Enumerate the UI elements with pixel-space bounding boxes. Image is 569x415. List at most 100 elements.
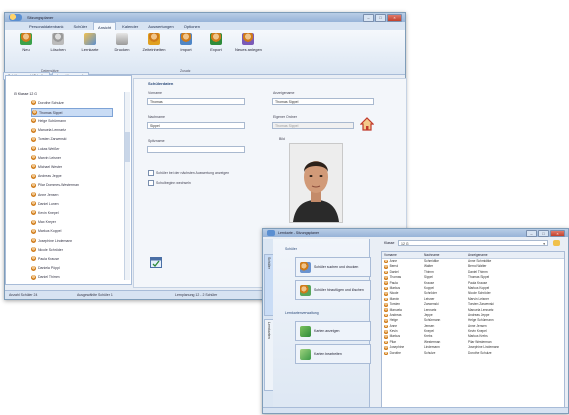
people-add-icon <box>300 284 311 296</box>
chevron-down-icon[interactable]: ▾ <box>543 241 545 247</box>
ribbon-group-label-zusatz: Zusatz <box>180 69 191 73</box>
tree-item[interactable]: Daniel Thimm <box>31 274 111 281</box>
menu-item[interactable]: Schüler <box>69 22 91 30</box>
tree-item[interactable]: Daniel Lunen <box>31 200 111 207</box>
main-titlebar[interactable]: Sitzungsplaner – □ × <box>5 13 405 22</box>
table-row[interactable]: Dorothe Schulze Dorothe Schulze <box>382 351 564 356</box>
filter-label: Klasse <box>384 241 395 245</box>
ribbon-button[interactable]: Neues anlegen <box>235 33 262 52</box>
checkbox-schulbeginn[interactable]: Schulbeginn wechseln <box>148 180 191 186</box>
col-anzeigename[interactable]: Anzeigename <box>466 252 558 258</box>
tree-item[interactable]: Josephine Lindemann <box>31 237 111 244</box>
vorname-field[interactable]: Thomas <box>147 98 245 105</box>
tree-item[interactable]: Manuela Lennartz <box>31 127 111 134</box>
person-icon <box>31 100 36 105</box>
tree-item[interactable]: Kevin Knepel <box>31 209 111 216</box>
menu-item[interactable]: Auswertungen <box>144 22 178 30</box>
tree-item[interactable]: Pilar Dommes-Westerman <box>31 182 111 189</box>
person-icon <box>31 265 36 271</box>
export-icon <box>210 33 222 45</box>
ribbon-button[interactable]: Neu <box>13 33 39 52</box>
spitzname-field[interactable] <box>147 146 245 153</box>
menu-item[interactable]: Ansicht <box>93 22 117 30</box>
ribbon-button[interactable]: Zeiteinheiten <box>141 33 167 52</box>
app-logo-icon[interactable] <box>9 14 22 21</box>
tree-item-label: Marvin Leisner <box>38 155 61 160</box>
tree-item[interactable]: Daniela Pöppl <box>31 265 111 272</box>
window-controls: – □ × <box>526 230 565 237</box>
tree-item[interactable]: Andreas Jeppe <box>31 173 111 180</box>
ribbon-button[interactable]: Lernkarte <box>77 33 103 52</box>
tree-item[interactable]: Helge Schürmann <box>31 117 111 124</box>
show-cards-button[interactable]: Karten anzeigen <box>295 321 371 341</box>
second-titlebar[interactable]: Lernkarte - Sitzungsplaner – □ × <box>263 229 568 237</box>
close-icon[interactable]: × <box>387 14 402 22</box>
tree-item[interactable]: Torsten Zarwenski <box>31 136 111 143</box>
tree-item[interactable]: Nicole Schröder <box>31 246 111 253</box>
filter-options-icon[interactable] <box>553 240 560 246</box>
col-vorname[interactable]: Vorname <box>382 252 422 258</box>
tree-root[interactable]: ⊟ Klasse 12 G <box>14 92 37 96</box>
ribbon-button[interactable]: Löschen <box>45 33 71 52</box>
home-icon[interactable] <box>359 117 375 131</box>
ribbon-button[interactable]: Drucken <box>109 33 135 52</box>
people-icon <box>300 261 311 273</box>
person-icon <box>384 351 388 356</box>
add-remove-button[interactable]: Schüler hinzufügen und löschen <box>295 280 371 300</box>
tree-item[interactable]: Lukas Weißer <box>31 145 111 152</box>
tree-item-label: Manuela Lennartz <box>38 128 67 133</box>
ribbon-button-label: Lernkarte <box>81 47 99 52</box>
ribbon: Datensätze Zusatz Neu Löschen Lernkarte Dru… <box>5 30 405 75</box>
student-photo <box>289 143 343 223</box>
edit-cards-button[interactable]: Karten bearbeiten <box>295 344 371 364</box>
cell-nachname: Schulze <box>424 350 436 355</box>
maximize-icon[interactable]: □ <box>375 14 386 22</box>
person-icon <box>31 210 36 216</box>
app-logo-icon <box>267 230 275 236</box>
person-icon <box>31 219 36 225</box>
tree-item-label: Kevin Knepel <box>38 210 59 215</box>
tree-item[interactable]: Marvin Leisner <box>31 154 111 161</box>
minimize-icon[interactable]: – <box>526 230 537 237</box>
checkbox-box[interactable] <box>148 180 154 186</box>
menu-item[interactable]: Optionen <box>180 22 204 30</box>
tree-item[interactable]: Max Kreyer <box>31 219 111 226</box>
maximize-icon[interactable]: □ <box>538 230 549 237</box>
tree-item[interactable]: Paula Krause <box>31 255 111 262</box>
ribbon-button-label: Drucken <box>114 47 130 52</box>
scroll-thumb[interactable] <box>125 132 130 162</box>
tree-item-label: Dorothe Schulze <box>38 100 64 105</box>
ribbon-button[interactable]: Import <box>173 33 199 52</box>
person-icon <box>31 192 36 197</box>
anzeigename-field[interactable]: Thomas Sippel <box>272 98 374 105</box>
calendar-icon[interactable] <box>150 256 162 268</box>
close-icon[interactable]: × <box>550 230 565 237</box>
checkbox-box[interactable] <box>148 170 154 176</box>
tree-item[interactable]: Dorothe Schulze <box>31 99 111 106</box>
second-window-title: Lernkarte - Sitzungsplaner <box>278 231 320 235</box>
new-person-icon <box>20 33 32 45</box>
person-icon <box>384 346 388 350</box>
person-icon <box>31 164 36 170</box>
checkbox-auswertung[interactable]: Schüler bei der nächsten Auswertung anze… <box>148 170 229 176</box>
menu-item[interactable]: Kalender <box>118 22 142 30</box>
person-icon <box>32 110 37 116</box>
table-header: Vorname Nachname Anzeigename <box>382 252 564 259</box>
person-icon <box>384 265 388 269</box>
person-icon <box>384 319 388 323</box>
tree-item[interactable]: Markus Koppel <box>31 228 111 235</box>
person-icon <box>31 155 36 161</box>
tree-item[interactable]: Michael Wester <box>31 163 111 170</box>
nachname-field[interactable]: Sippel <box>147 122 245 129</box>
col-nachname[interactable]: Nachname <box>422 252 466 258</box>
minimize-icon[interactable]: – <box>363 14 374 22</box>
search-print-button[interactable]: Schüler suchen und drucken <box>295 257 371 277</box>
tree-item-label: Josephine Lindemann <box>38 238 73 243</box>
tree-scrollbar[interactable] <box>124 92 130 280</box>
class-filter-select[interactable]: 12 G ▾ <box>398 240 548 246</box>
ordner-field[interactable]: Thomas Sippel <box>272 122 354 129</box>
menu-item[interactable]: Personaldatenbank <box>25 22 67 30</box>
ribbon-button[interactable]: Export <box>203 33 229 52</box>
tree-item[interactable]: Thomas Sippel <box>31 108 113 118</box>
tree-item[interactable]: Anne Jensen <box>31 191 111 198</box>
